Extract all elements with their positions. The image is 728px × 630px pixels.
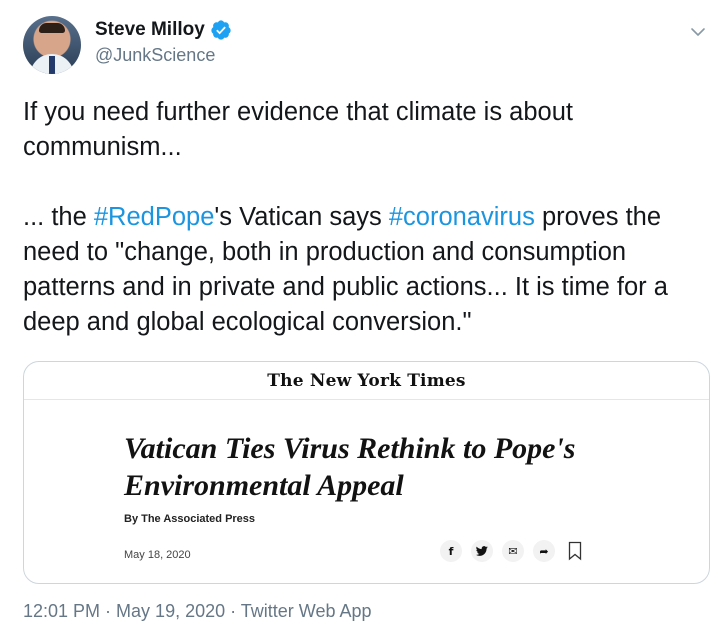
separator: ·	[225, 601, 241, 621]
twitter-bird-icon	[476, 546, 488, 556]
avatar[interactable]	[23, 16, 81, 74]
tweet-time[interactable]: 12:01 PM	[23, 601, 100, 621]
tweet: Steve Milloy @JunkScience If you need fu…	[0, 0, 728, 630]
avatar-tie	[49, 56, 55, 74]
author-name-row[interactable]: Steve Milloy	[95, 19, 232, 41]
text-segment: 's Vatican says	[214, 203, 389, 231]
separator: ·	[100, 601, 117, 621]
publisher-logo: The New York Times	[267, 370, 466, 391]
chevron-down-icon[interactable]	[690, 24, 706, 40]
share-arrow-icon[interactable]: ➦	[533, 540, 555, 562]
article-date: May 18, 2020	[124, 549, 191, 561]
share-toolbar: f ✉ ➦	[440, 540, 582, 562]
hashtag-redpope-link[interactable]: #RedPope	[94, 203, 215, 231]
card-header: The New York Times	[24, 362, 709, 400]
author-name[interactable]: Steve Milloy	[95, 19, 205, 41]
tweet-date[interactable]: May 19, 2020	[116, 601, 225, 621]
bookmark-icon[interactable]	[568, 541, 582, 561]
text-segment: ... the	[23, 203, 94, 231]
tweet-text-line-1: If you need further evidence that climat…	[23, 98, 573, 161]
twitter-icon[interactable]	[471, 540, 493, 562]
verified-badge-icon	[211, 20, 231, 40]
tweet-text: If you need further evidence that climat…	[23, 95, 713, 340]
article-headline[interactable]: Vatican Ties Virus Rethink to Pope's Env…	[124, 430, 604, 504]
tweet-text-paragraph-2: ... the #RedPope's Vatican says #coronav…	[23, 200, 713, 340]
tweet-metadata: 12:01 PM · May 19, 2020 · Twitter Web Ap…	[23, 601, 372, 622]
email-icon[interactable]: ✉	[502, 540, 524, 562]
link-preview-card[interactable]: The New York Times Vatican Ties Virus Re…	[23, 361, 710, 584]
article-byline: By The Associated Press	[124, 513, 256, 525]
facebook-icon[interactable]: f	[440, 540, 462, 562]
hashtag-coronavirus-link[interactable]: #coronavirus	[389, 203, 535, 231]
author-handle[interactable]: @JunkScience	[95, 45, 215, 66]
source-app-link[interactable]: Twitter Web App	[241, 601, 372, 621]
avatar-hair	[39, 23, 65, 33]
